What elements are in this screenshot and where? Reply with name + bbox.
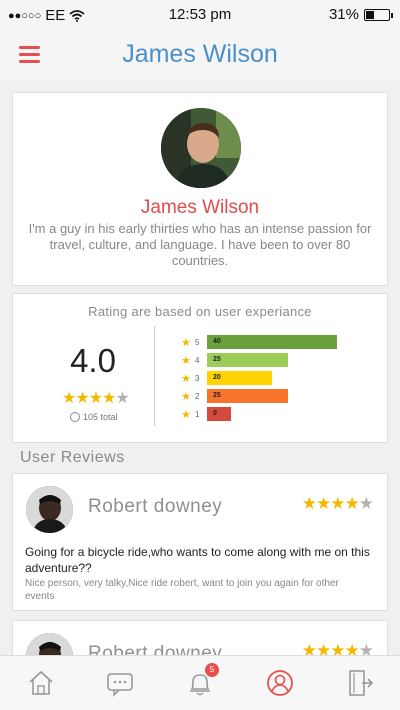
review-stars: ★★★★★	[301, 494, 374, 514]
star-icon: ★	[330, 494, 345, 513]
star-icon: ★	[316, 494, 331, 513]
star-icon: ★	[344, 494, 360, 513]
star-icon: ★	[181, 408, 191, 421]
bar-count: 25	[213, 392, 221, 399]
bottom-tab-bar: 5	[0, 655, 400, 710]
rating-bar: 20	[207, 371, 272, 385]
chat-icon[interactable]	[105, 668, 135, 698]
rating-bar-row: ★ 3 20	[181, 371, 272, 385]
rating-bar-row: ★ 2 25	[181, 389, 288, 403]
profile-icon[interactable]	[265, 668, 295, 698]
rating-card: Rating are based on user experiance 4.0 …	[12, 293, 388, 443]
bar-star-label: 4	[195, 355, 200, 365]
rating-total: 105 total	[70, 412, 118, 422]
profile-avatar	[161, 108, 241, 188]
battery-percent: 31%	[328, 6, 359, 23]
profile-name: James Wilson	[140, 197, 260, 218]
star-icon: ★	[181, 390, 191, 403]
status-right: 31%	[328, 6, 393, 23]
review-card[interactable]: Robert downey ★★★★★ Going for a bicycle …	[12, 473, 388, 611]
bar-star-label: 5	[195, 337, 200, 347]
battery-icon	[364, 8, 393, 21]
rating-bar: 25	[207, 389, 288, 403]
bar-count: 20	[213, 374, 221, 381]
rating-score: 4.0	[70, 342, 116, 379]
user-circle-icon	[70, 412, 80, 422]
bar-count: 0	[213, 410, 217, 417]
review-text: Nice person, very talky,Nice ride robert…	[25, 578, 339, 602]
app-header: James Wilson	[0, 30, 400, 80]
rating-bar: 25	[207, 353, 288, 367]
bar-star-label: 3	[195, 373, 200, 383]
star-icon: ★	[181, 354, 191, 367]
star-icon: ★	[62, 390, 76, 407]
rating-divider	[154, 326, 155, 426]
bar-star-label: 2	[195, 391, 200, 401]
rating-stars: ★★★★★	[62, 388, 130, 408]
star-empty-icon: ★	[115, 390, 129, 407]
bar-star-label: 1	[195, 409, 200, 419]
star-icon: ★	[181, 336, 191, 349]
reviewer-name[interactable]: Robert downey	[88, 496, 222, 518]
reviewer-avatar[interactable]	[26, 486, 73, 533]
home-icon[interactable]	[26, 668, 56, 698]
profile-bio: I'm a guy in his early thirties who has …	[28, 221, 372, 268]
rating-caption: Rating are based on user experiance	[88, 304, 312, 319]
star-icon: ★	[181, 372, 191, 385]
star-icon: ★	[88, 390, 103, 407]
status-bar: ●●○○○ EE 12:53 pm 31%	[0, 0, 400, 30]
star-empty-icon: ★	[358, 494, 374, 513]
rating-bar: 0	[207, 407, 231, 421]
bell-icon[interactable]: 5	[185, 663, 219, 698]
section-title: User Reviews	[20, 449, 125, 466]
star-icon: ★	[75, 390, 89, 407]
notification-badge: 5	[205, 663, 219, 677]
star-icon: ★	[301, 494, 317, 513]
rating-bar: 40	[207, 335, 337, 349]
rating-total-label: 105 total	[83, 412, 118, 422]
rating-bar-row: ★ 4 25	[181, 353, 288, 367]
bar-count: 40	[213, 338, 221, 345]
rating-bar-row: ★ 5 40	[181, 335, 337, 349]
logout-icon[interactable]	[345, 668, 375, 698]
rating-bar-row: ★ 1 0	[181, 407, 231, 421]
page-title: James Wilson	[122, 40, 278, 68]
profile-card: James Wilson I'm a guy in his early thir…	[12, 92, 388, 286]
bar-count: 25	[213, 356, 221, 363]
star-icon: ★	[102, 390, 116, 407]
review-title: Going for a bicycle ride,who wants to co…	[25, 545, 370, 575]
